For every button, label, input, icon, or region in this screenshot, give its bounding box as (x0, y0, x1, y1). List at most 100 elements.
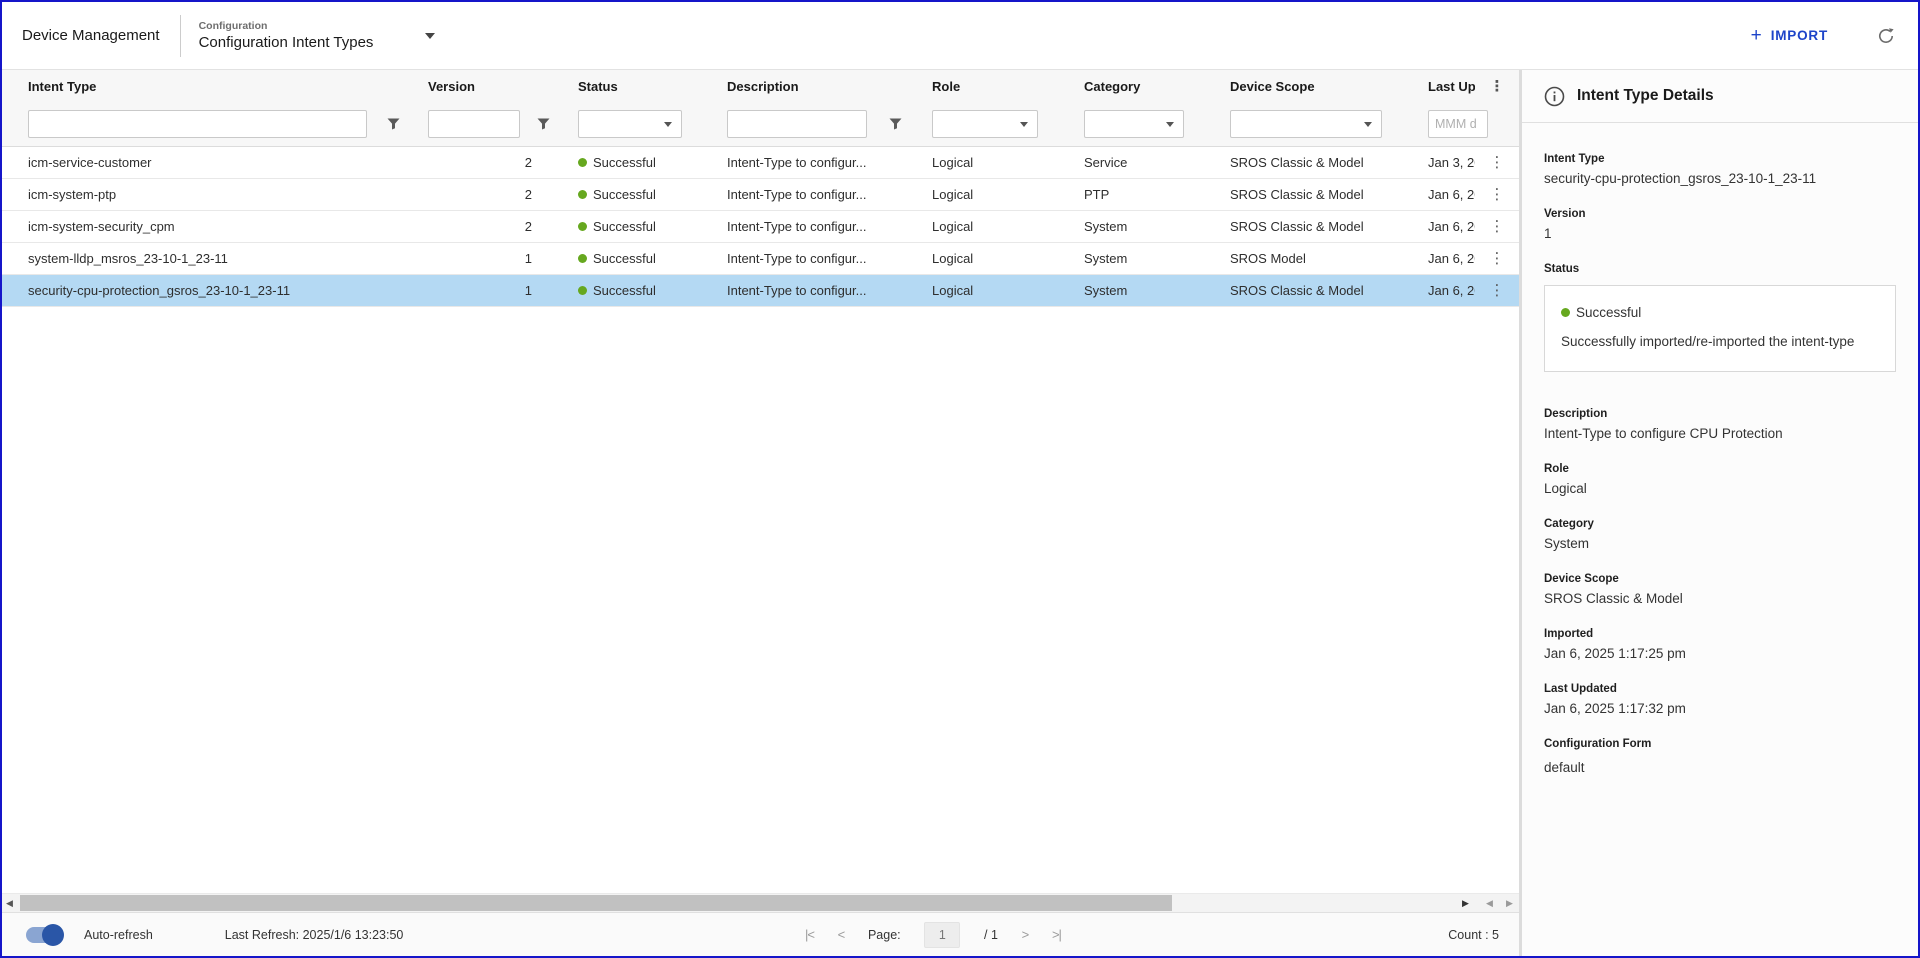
column-scroll-left-icon[interactable]: ◀ (1486, 894, 1493, 912)
cell-intent-type: system-lldp_msros_23-10-1_23-11 (28, 251, 228, 266)
view-selector-dropdown[interactable]: Configuration Configuration Intent Types (199, 20, 436, 51)
table-row[interactable]: system-lldp_msros_23-10-1_23-11 1 Succes… (2, 243, 1519, 275)
cell-description: Intent-Type to configur... (727, 187, 867, 202)
status-success-dot (578, 158, 587, 167)
column-header-category[interactable]: Category (1067, 79, 1214, 94)
detail-field-category: Category System (1544, 518, 1594, 551)
cell-status: Successful (562, 219, 712, 234)
status-success-dot (578, 254, 587, 263)
app-title: Device Management (22, 27, 160, 44)
cell-role: Logical (932, 219, 974, 234)
column-scroll-right-icon[interactable]: ▶ (1506, 894, 1513, 912)
cell-last-updated: Jan 6, 20 (1428, 187, 1475, 202)
cell-last-updated: Jan 3, 20 (1428, 155, 1475, 170)
table-row[interactable]: icm-system-security_cpm 2 Successful Int… (2, 211, 1519, 243)
cell-device-scope: SROS Classic & Model (1230, 155, 1364, 170)
filter-select-role[interactable] (932, 110, 1038, 138)
filter-funnel-icon[interactable] (387, 118, 400, 130)
row-count: Count : 5 (1448, 927, 1499, 942)
filter-input-description[interactable] (727, 110, 867, 138)
cell-intent-type: icm-system-security_cpm (28, 219, 175, 234)
previous-page-button[interactable]: < (838, 927, 846, 942)
status-box: Successful Successfully imported/re-impo… (1544, 285, 1896, 372)
row-actions-kebab-icon[interactable]: ⋮ (1490, 250, 1505, 267)
cell-intent-type: icm-service-customer (28, 155, 152, 170)
column-header-version[interactable]: Version (412, 79, 562, 94)
detail-field-last-updated: Last Updated Jan 6, 2025 1:17:32 pm (1544, 683, 1686, 716)
filter-input-version[interactable] (428, 110, 520, 138)
intent-type-details-panel: Intent Type Details Intent Type security… (1519, 70, 1918, 956)
cell-status: Successful (562, 251, 712, 266)
cell-category: Service (1084, 155, 1128, 170)
column-header-description[interactable]: Description (712, 79, 917, 94)
view-selector-label: Configuration (198, 20, 268, 32)
cell-category: System (1084, 251, 1128, 266)
filter-select-category[interactable] (1084, 110, 1184, 138)
cell-description: Intent-Type to configur... (727, 283, 867, 298)
intent-types-table: Intent Type Version Status Description R… (2, 70, 1519, 956)
pagination: |< < Page: / 1 > >| (805, 913, 1062, 956)
next-page-button[interactable]: > (1022, 927, 1030, 942)
row-actions-kebab-icon[interactable]: ⋮ (1490, 154, 1505, 171)
column-header-status[interactable]: Status (562, 79, 712, 94)
import-button[interactable]: + IMPORT (1751, 26, 1828, 45)
refresh-button[interactable] (1876, 26, 1896, 46)
row-actions-kebab-icon[interactable]: ⋮ (1490, 282, 1505, 299)
page-label: Page: (867, 927, 901, 942)
scroll-right-icon[interactable]: ▶ (1462, 894, 1469, 912)
info-icon (1544, 86, 1565, 106)
plus-icon: + (1750, 25, 1762, 46)
column-header-role[interactable]: Role (917, 79, 1067, 94)
refresh-icon (1879, 27, 1894, 43)
auto-refresh-toggle[interactable] (26, 923, 64, 946)
cell-role: Logical (932, 283, 974, 298)
column-header-last-updated[interactable]: Last Updated (1412, 79, 1475, 94)
cell-last-updated: Jan 6, 20 (1428, 283, 1475, 298)
detail-field-imported: Imported Jan 6, 2025 1:17:25 pm (1544, 628, 1686, 661)
table-row[interactable]: icm-service-customer 2 Successful Intent… (2, 147, 1519, 179)
first-page-button[interactable]: |< (805, 927, 815, 942)
details-panel-header: Intent Type Details (1522, 70, 1918, 123)
last-page-button[interactable]: >| (1052, 927, 1062, 942)
column-header-intent-type[interactable]: Intent Type (2, 79, 412, 94)
row-actions-kebab-icon[interactable]: ⋮ (1490, 218, 1505, 235)
horizontal-scrollbar[interactable]: ◀ ▶ ◀ ▶ (2, 893, 1519, 912)
page-total: / 1 (984, 927, 998, 942)
cell-intent-type: security-cpu-protection_gsros_23-10-1_23… (28, 283, 291, 298)
filter-select-device-scope[interactable] (1230, 110, 1382, 138)
filter-input-last-updated[interactable] (1428, 110, 1488, 138)
chevron-down-icon (425, 32, 436, 39)
detail-field-role: Role Logical (1544, 463, 1587, 496)
filter-funnel-icon[interactable] (537, 118, 550, 130)
cell-description: Intent-Type to configur... (727, 155, 867, 170)
scrollbar-thumb[interactable] (20, 895, 1172, 911)
filter-input-intent-type[interactable] (28, 110, 367, 138)
last-refresh-text: Last Refresh: 2025/1/6 13:23:50 (224, 927, 404, 942)
cell-version: 2 (524, 187, 532, 202)
cell-device-scope: SROS Classic & Model (1230, 187, 1364, 202)
cell-role: Logical (932, 187, 974, 202)
chevron-down-icon (1364, 121, 1372, 127)
cell-description: Intent-Type to configur... (727, 219, 867, 234)
device-management-window: Device Management Configuration Configur… (0, 0, 1920, 958)
detail-field-configuration-form: Configuration Form default (1544, 738, 1652, 775)
status-success-dot (578, 222, 587, 231)
table-filter-row (2, 102, 1519, 147)
table-row-selected[interactable]: security-cpu-protection_gsros_23-10-1_23… (2, 275, 1519, 307)
filter-funnel-icon[interactable] (889, 118, 902, 130)
table-options-kebab-icon[interactable]: ⋮ (1490, 78, 1505, 95)
cell-device-scope: SROS Model (1230, 251, 1306, 266)
table-row[interactable]: icm-system-ptp 2 Successful Intent-Type … (2, 179, 1519, 211)
detail-field-status: Status Successful Successfully imported/… (1544, 263, 1896, 372)
chevron-down-icon (1166, 121, 1174, 127)
row-actions-kebab-icon[interactable]: ⋮ (1490, 186, 1505, 203)
filter-select-status[interactable] (578, 110, 682, 138)
cell-category: PTP (1084, 187, 1110, 202)
app-bar-divider (179, 14, 181, 57)
column-header-device-scope[interactable]: Device Scope (1214, 79, 1412, 94)
page-number-input[interactable] (924, 921, 961, 948)
cell-category: System (1084, 219, 1128, 234)
chevron-down-icon (664, 121, 672, 127)
scroll-left-icon[interactable]: ◀ (6, 894, 13, 912)
detail-field-version: Version 1 (1544, 208, 1586, 241)
